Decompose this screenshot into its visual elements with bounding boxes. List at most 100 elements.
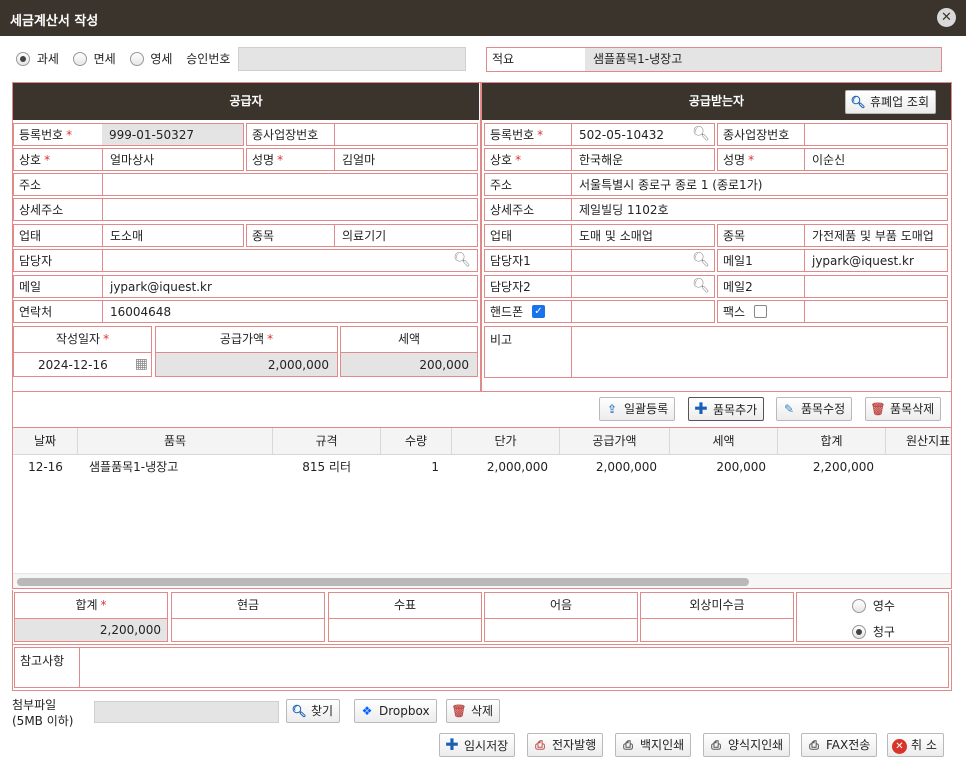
col-origin[interactable]: 원산지표	[886, 428, 951, 455]
supplier-name-input[interactable]: 얼마상사	[102, 149, 243, 170]
col-item[interactable]: 품목	[78, 428, 273, 455]
receiver-note-input[interactable]	[571, 327, 947, 377]
supplier-ceo-input[interactable]: 김얼마	[334, 149, 478, 170]
supplier-branch-input[interactable]	[334, 124, 478, 145]
receiver-fax-input[interactable]	[804, 301, 947, 322]
supplier-addr-cell: 주소	[13, 173, 478, 196]
cancel-icon: ✕	[892, 739, 907, 754]
col-date[interactable]: 날짜	[13, 428, 78, 455]
radio-taxable[interactable]	[16, 51, 30, 66]
col-unit-price[interactable]: 단가	[452, 428, 560, 455]
find-file-button[interactable]: 🔍︎ 찾기	[286, 699, 341, 723]
receiver-mobile-input[interactable]	[571, 301, 714, 322]
receiver-biztype-input[interactable]: 도매 및 소매업	[571, 225, 714, 246]
title-bar: 세금계산서 작성 ✕	[0, 0, 966, 36]
memo-label: 적요	[492, 52, 515, 66]
receiver-branch-input[interactable]	[804, 124, 947, 145]
col-spec[interactable]: 규격	[273, 428, 381, 455]
section-divider	[480, 83, 482, 392]
remarks-input[interactable]	[79, 648, 948, 687]
delete-attachment-button[interactable]: 🗑︎ 삭제	[446, 699, 501, 723]
receiver-addr2-label: 상세주소	[490, 203, 535, 217]
receiver-email1-cell: 메일1 jypark@iquest.kr	[717, 249, 948, 272]
horizontal-scrollbar[interactable]	[13, 573, 951, 588]
bulk-register-button[interactable]: ⇪ 일괄등록	[599, 397, 676, 421]
supplier-contact-input[interactable]	[102, 250, 477, 271]
receiver-name-input[interactable]: 한국해운	[571, 149, 714, 170]
add-item-button[interactable]: ✚ 품목추가	[688, 397, 765, 421]
calendar-icon[interactable]: ▦	[135, 356, 148, 372]
trash-icon: 🗑︎	[451, 704, 467, 718]
col-supply[interactable]: 공급가액	[560, 428, 670, 455]
form-print-button[interactable]: ⎙ 양식지인쇄	[703, 733, 791, 757]
receiver-email1-input[interactable]: jypark@iquest.kr	[804, 250, 947, 271]
supplier-regno-input[interactable]: 999-01-50327	[102, 124, 243, 145]
receiver-bizitem-input[interactable]: 가전제품 및 부품 도매업	[804, 225, 947, 246]
supplier-addr-input[interactable]	[102, 174, 477, 195]
receiver-addr-input[interactable]: 서울특별시 종로구 종로 1 (종로1가)	[571, 174, 947, 195]
supplier-addr2-input[interactable]	[102, 199, 477, 220]
temp-save-button[interactable]: ✚ 임시저장	[439, 733, 516, 757]
memo-input[interactable]: 샘플품목1-냉장고	[585, 48, 941, 71]
edit-item-button[interactable]: ✎ 품목수정	[776, 397, 853, 421]
search-icon[interactable]: 🔍︎	[453, 252, 471, 268]
plus-icon: ✚	[445, 735, 459, 754]
supplier-email-input[interactable]: jypark@iquest.kr	[102, 276, 477, 297]
bill-input[interactable]	[485, 618, 637, 641]
approval-number-input[interactable]	[238, 47, 466, 71]
supplier-biztype-input[interactable]: 도소매	[102, 225, 243, 246]
radio-exempt[interactable]	[72, 51, 87, 66]
supplier-addr2-cell: 상세주소	[13, 198, 478, 221]
attachment-label: 첨부파일	[12, 698, 57, 712]
table-row[interactable]: 12-16 샘플품목1-냉장고 815 리터 1 2,000,000 2,000…	[13, 455, 951, 479]
supplier-bizitem-input[interactable]: 의료기기	[334, 225, 478, 246]
check-input[interactable]	[329, 618, 481, 641]
items-table: 날짜 품목 규격 수량 단가 공급가액 세액 합계 원산지표 12-16 샘플품…	[12, 427, 952, 589]
supplier-phone-input[interactable]: 16004648	[102, 301, 477, 322]
cell-supply: 2,000,000	[595, 460, 657, 474]
supplier-phone-label: 연락처	[19, 305, 53, 319]
trash-icon: 🗑︎	[870, 402, 886, 416]
col-tax[interactable]: 세액	[670, 428, 778, 455]
attachment-file-input[interactable]	[94, 701, 279, 723]
date-cell: 작성일자 * 2024-12-16 ▦	[13, 326, 152, 377]
receiver-fax-cell: 팩스	[717, 300, 948, 323]
radio-taxable-label: 과세	[36, 52, 59, 66]
credit-label: 외상미수금	[689, 598, 745, 612]
search-icon[interactable]: 🔍︎	[692, 278, 710, 294]
search-icon: 🔍︎	[291, 704, 307, 718]
receiver-biztype-label: 업태	[490, 229, 513, 243]
blank-print-button[interactable]: ⎙ 백지인쇄	[615, 733, 692, 757]
credit-input[interactable]	[641, 618, 793, 641]
radio-receipt[interactable]	[852, 598, 866, 613]
mobile-checkbox[interactable]: ✓	[532, 305, 545, 318]
receiver-ceo-input[interactable]: 이순신	[804, 149, 947, 170]
cash-input[interactable]	[172, 618, 324, 641]
cell-origin	[886, 455, 951, 479]
col-total[interactable]: 합계	[778, 428, 886, 455]
tax-amount-cell: 세액 200,000	[340, 326, 478, 377]
fax-checkbox[interactable]	[754, 305, 767, 318]
receiver-email2-input[interactable]	[804, 276, 947, 297]
dropbox-button[interactable]: ❖ Dropbox	[354, 699, 437, 723]
receiver-fax-label: 팩스	[723, 305, 746, 319]
supplier-addr2-label: 상세주소	[19, 203, 64, 217]
radio-claim[interactable]	[852, 624, 866, 639]
col-qty[interactable]: 수량	[381, 428, 452, 455]
scrollbar-thumb[interactable]	[17, 578, 749, 586]
e-issue-button[interactable]: ⎙ 전자발행	[527, 733, 604, 757]
closure-check-button[interactable]: 🔍︎ 휴폐업 조회	[845, 90, 937, 114]
radio-zero-rate[interactable]	[129, 51, 144, 66]
receiver-addr2-input[interactable]: 제일빌딩 1102호	[571, 199, 947, 220]
fax-send-button[interactable]: ⎙ FAX전송	[801, 733, 878, 757]
receiver-mobile-label: 핸드폰	[490, 305, 524, 319]
dropbox-label: Dropbox	[379, 704, 430, 718]
search-icon[interactable]: 🔍︎	[692, 252, 710, 268]
cancel-label: 취 소	[911, 738, 937, 752]
cancel-button[interactable]: ✕ 취 소	[887, 733, 944, 757]
date-input[interactable]: 2024-12-16	[14, 352, 151, 376]
search-icon[interactable]: 🔍︎	[692, 126, 710, 142]
supplier-bizitem-label: 종목	[252, 229, 275, 243]
delete-item-button[interactable]: 🗑︎ 품목삭제	[865, 397, 942, 421]
close-icon[interactable]: ✕	[937, 8, 956, 27]
